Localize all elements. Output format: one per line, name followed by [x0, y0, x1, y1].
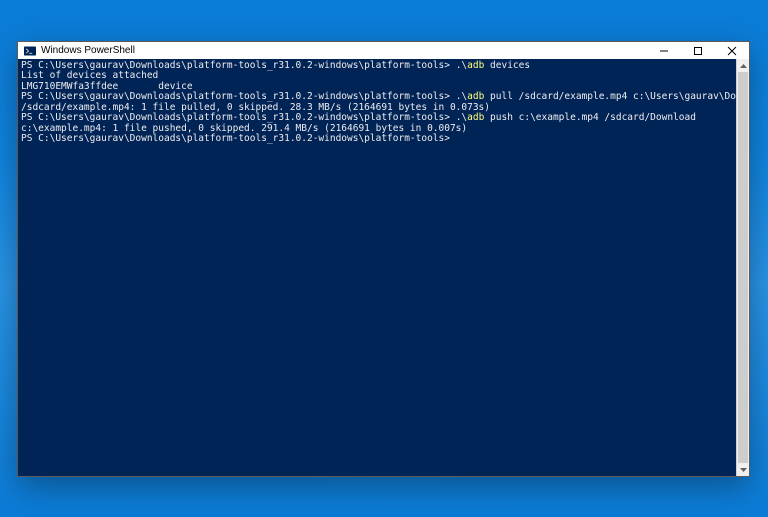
command-prefix: .\ [456, 60, 467, 71]
prompt: PS C:\Users\gaurav\Downloads\platform-to… [21, 133, 456, 144]
scroll-up-button[interactable] [737, 59, 749, 72]
maximize-button[interactable] [681, 42, 715, 59]
close-button[interactable] [715, 42, 749, 59]
prompt: PS C:\Users\gaurav\Downloads\platform-to… [21, 60, 456, 71]
prompt: PS C:\Users\gaurav\Downloads\platform-to… [21, 91, 456, 102]
command-prefix: .\ [456, 91, 467, 102]
command-highlight: adb [467, 91, 484, 102]
command-highlight: adb [467, 112, 484, 123]
scroll-down-button[interactable] [737, 463, 749, 476]
terminal-output[interactable]: PS C:\Users\gaurav\Downloads\platform-to… [18, 59, 736, 476]
scroll-track[interactable] [737, 72, 749, 463]
terminal-area: PS C:\Users\gaurav\Downloads\platform-to… [18, 59, 749, 476]
command-args: devices [484, 60, 530, 71]
command-highlight: adb [467, 60, 484, 71]
powershell-icon [24, 45, 36, 57]
command-prefix: .\ [456, 112, 467, 123]
command-args: push c:\example.mp4 /sdcard/Download [484, 112, 696, 123]
window-title: Windows PowerShell [41, 45, 135, 56]
minimize-button[interactable] [647, 42, 681, 59]
terminal-line: PS C:\Users\gaurav\Downloads\platform-to… [21, 134, 733, 144]
scroll-thumb[interactable] [738, 72, 748, 463]
powershell-window: Windows PowerShell PS C:\Users\gaurav\Do… [17, 41, 750, 477]
prompt: PS C:\Users\gaurav\Downloads\platform-to… [21, 112, 456, 123]
command-args: pull /sdcard/example.mp4 c:\Users\gaurav… [484, 91, 736, 102]
titlebar[interactable]: Windows PowerShell [18, 42, 749, 59]
vertical-scrollbar[interactable] [736, 59, 749, 476]
